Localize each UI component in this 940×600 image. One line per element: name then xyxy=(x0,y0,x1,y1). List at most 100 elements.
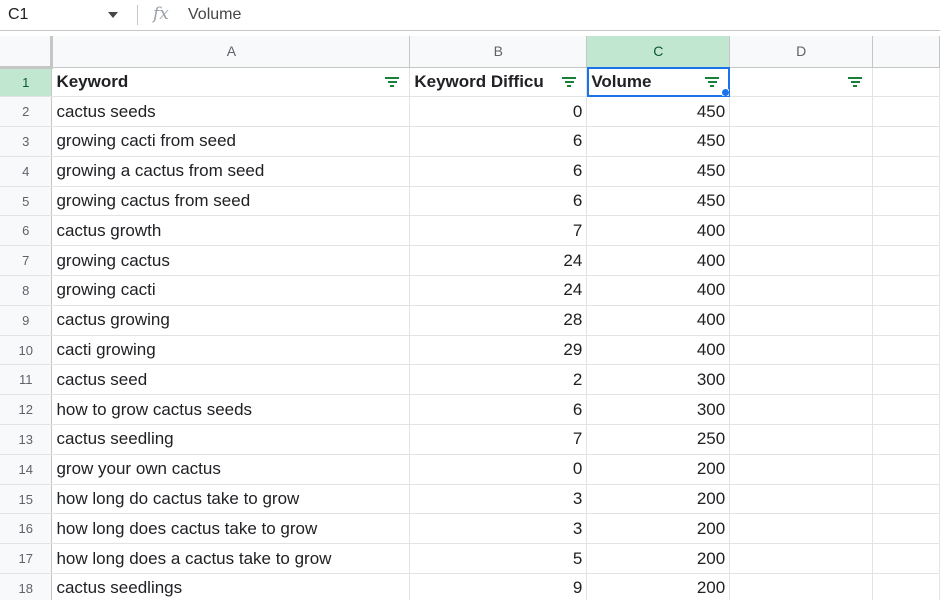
keyword-cell[interactable]: growing cactus from seed xyxy=(51,186,411,217)
row-header[interactable]: 7 xyxy=(0,245,53,277)
formula-input[interactable]: Volume xyxy=(188,6,241,24)
keyword-cell[interactable]: grow your own cactus xyxy=(51,454,411,485)
volume-cell[interactable]: 300 xyxy=(586,394,731,426)
row-header[interactable]: 2 xyxy=(0,96,53,128)
keyword-cell[interactable]: growing a cactus from seed xyxy=(51,156,411,187)
empty-cell[interactable] xyxy=(872,305,940,336)
header-cell-keyword[interactable]: Keyword xyxy=(51,67,411,98)
column-header-b[interactable]: B xyxy=(409,36,588,68)
difficulty-cell[interactable]: 3 xyxy=(409,484,588,515)
empty-cell[interactable] xyxy=(729,364,874,396)
difficulty-cell[interactable]: 24 xyxy=(409,275,588,306)
header-cell-d[interactable] xyxy=(729,67,874,98)
volume-cell[interactable]: 450 xyxy=(586,156,731,187)
row-header[interactable]: 6 xyxy=(0,215,53,247)
row-header[interactable]: 13 xyxy=(0,424,53,455)
keyword-cell[interactable]: growing cacti xyxy=(51,275,411,306)
difficulty-cell[interactable]: 5 xyxy=(409,543,588,575)
empty-cell[interactable] xyxy=(729,245,874,277)
filter-icon[interactable] xyxy=(385,76,400,88)
column-header-d[interactable]: D xyxy=(729,36,874,68)
empty-cell[interactable] xyxy=(872,364,940,396)
keyword-cell[interactable]: growing cacti from seed xyxy=(51,126,411,157)
select-all-corner[interactable] xyxy=(0,36,54,69)
keyword-cell[interactable]: cactus growth xyxy=(51,215,411,247)
empty-cell[interactable] xyxy=(729,484,874,515)
empty-cell[interactable] xyxy=(872,484,940,515)
empty-cell[interactable] xyxy=(872,454,940,485)
empty-cell[interactable] xyxy=(872,543,940,575)
row-header[interactable]: 12 xyxy=(0,394,53,426)
empty-cell[interactable] xyxy=(872,513,940,545)
difficulty-cell[interactable]: 28 xyxy=(409,305,588,336)
volume-cell[interactable]: 200 xyxy=(586,543,731,575)
keyword-cell[interactable]: cacti growing xyxy=(51,335,411,366)
keyword-cell[interactable]: cactus seed xyxy=(51,364,411,396)
volume-cell[interactable]: 400 xyxy=(586,275,731,306)
empty-cell[interactable] xyxy=(729,305,874,336)
keyword-cell[interactable]: how long does cactus take to grow xyxy=(51,513,411,545)
volume-cell[interactable]: 400 xyxy=(586,245,731,277)
fill-handle[interactable] xyxy=(721,88,729,96)
keyword-cell[interactable]: cactus seedling xyxy=(51,424,411,455)
volume-cell[interactable]: 400 xyxy=(586,335,731,366)
volume-cell[interactable]: 300 xyxy=(586,364,731,396)
difficulty-cell[interactable]: 3 xyxy=(409,513,588,545)
name-box[interactable]: C1 xyxy=(0,0,128,30)
empty-cell[interactable] xyxy=(729,215,874,247)
row-header[interactable]: 14 xyxy=(0,454,53,485)
difficulty-cell[interactable]: 6 xyxy=(409,156,588,187)
difficulty-cell[interactable]: 6 xyxy=(409,186,588,217)
row-header[interactable]: 11 xyxy=(0,364,53,396)
row-header[interactable]: 1 xyxy=(0,67,53,98)
difficulty-cell[interactable]: 7 xyxy=(409,424,588,455)
empty-cell[interactable] xyxy=(729,96,874,128)
row-header[interactable]: 3 xyxy=(0,126,53,157)
empty-cell[interactable] xyxy=(872,335,940,366)
difficulty-cell[interactable]: 24 xyxy=(409,245,588,277)
header-cell-volume[interactable]: Volume xyxy=(586,67,731,98)
empty-cell[interactable] xyxy=(729,394,874,426)
difficulty-cell[interactable]: 7 xyxy=(409,215,588,247)
empty-cell[interactable] xyxy=(872,424,940,455)
column-header-c[interactable]: C xyxy=(586,36,731,68)
volume-cell[interactable]: 400 xyxy=(586,215,731,247)
cell[interactable] xyxy=(872,67,940,98)
empty-cell[interactable] xyxy=(872,186,940,217)
volume-cell[interactable]: 200 xyxy=(586,484,731,515)
difficulty-cell[interactable]: 6 xyxy=(409,394,588,426)
difficulty-cell[interactable]: 0 xyxy=(409,454,588,485)
volume-cell[interactable]: 400 xyxy=(586,305,731,336)
row-header[interactable]: 8 xyxy=(0,275,53,306)
row-header[interactable]: 18 xyxy=(0,573,53,600)
header-cell-keyword-difficulty[interactable]: Keyword Difficu xyxy=(409,67,588,98)
empty-cell[interactable] xyxy=(729,156,874,187)
keyword-cell[interactable]: how long do cactus take to grow xyxy=(51,484,411,515)
volume-cell[interactable]: 250 xyxy=(586,424,731,455)
keyword-cell[interactable]: how long does a cactus take to grow xyxy=(51,543,411,575)
row-header[interactable]: 17 xyxy=(0,543,53,575)
empty-cell[interactable] xyxy=(729,126,874,157)
row-header[interactable]: 4 xyxy=(0,156,53,187)
chevron-down-icon[interactable] xyxy=(108,12,118,18)
difficulty-cell[interactable]: 9 xyxy=(409,573,588,600)
filter-icon[interactable] xyxy=(705,76,720,88)
empty-cell[interactable] xyxy=(872,275,940,306)
empty-cell[interactable] xyxy=(872,394,940,426)
empty-cell[interactable] xyxy=(872,156,940,187)
column-header-a[interactable]: A xyxy=(51,36,411,68)
empty-cell[interactable] xyxy=(729,543,874,575)
empty-cell[interactable] xyxy=(872,215,940,247)
difficulty-cell[interactable]: 6 xyxy=(409,126,588,157)
filter-icon[interactable] xyxy=(848,76,863,88)
row-header[interactable]: 10 xyxy=(0,335,53,366)
row-header[interactable]: 15 xyxy=(0,484,53,515)
keyword-cell[interactable]: how to grow cactus seeds xyxy=(51,394,411,426)
column-header-e-partial[interactable] xyxy=(872,36,940,68)
volume-cell[interactable]: 450 xyxy=(586,186,731,217)
empty-cell[interactable] xyxy=(872,245,940,277)
empty-cell[interactable] xyxy=(729,573,874,600)
empty-cell[interactable] xyxy=(729,454,874,485)
filter-icon[interactable] xyxy=(562,76,577,88)
empty-cell[interactable] xyxy=(872,96,940,128)
